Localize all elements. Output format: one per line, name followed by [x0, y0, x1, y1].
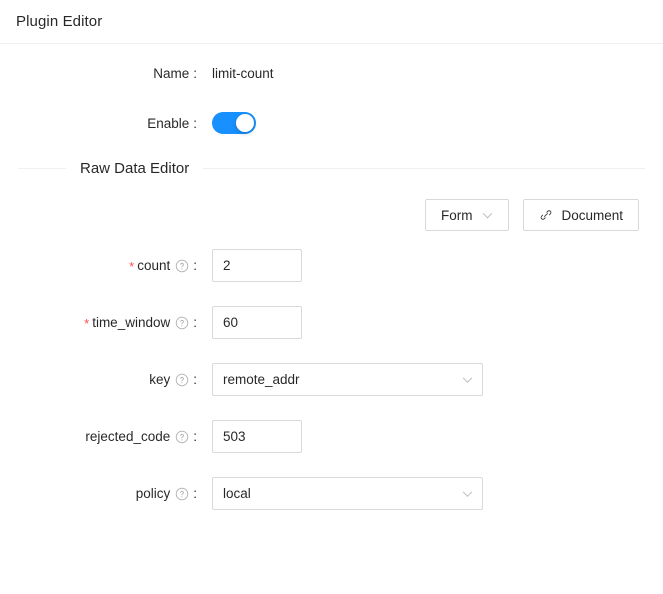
question-circle-icon[interactable]: [175, 259, 189, 273]
policy-control-wrap: local: [212, 477, 483, 510]
policy-label-text: policy: [135, 486, 171, 501]
question-circle-icon[interactable]: [175, 430, 189, 444]
time-window-input[interactable]: [212, 306, 302, 339]
rejected-code-label-text: rejected_code: [85, 429, 171, 444]
enable-label: Enable:: [12, 116, 198, 131]
dialog-body: Name: limit-count Enable: Raw Data Edito…: [0, 44, 663, 510]
key-label-colon: :: [193, 372, 197, 387]
plugin-editor-dialog: Plugin Editor Name: limit-count Enable:: [0, 0, 663, 594]
name-label-text: Name: [153, 66, 190, 81]
key-label-text: key: [149, 372, 171, 387]
question-circle-icon[interactable]: [175, 373, 189, 387]
count-label-text: count: [137, 258, 171, 273]
divider-line-left: [18, 168, 66, 169]
document-button-label: Document: [561, 207, 623, 223]
form-row-policy: policy : local: [12, 477, 651, 510]
count-control-wrap: [212, 249, 302, 282]
policy-label-colon: :: [193, 486, 197, 501]
chevron-down-icon: [482, 210, 493, 221]
rejected-code-label: rejected_code :: [12, 429, 198, 444]
key-control-wrap: remote_addr: [212, 363, 483, 396]
name-label: Name:: [12, 66, 198, 81]
name-label-colon: :: [193, 66, 197, 81]
enable-label-colon: :: [193, 115, 197, 131]
count-label: * count :: [12, 258, 198, 273]
form-mode-label: Form: [440, 207, 473, 223]
form-row-count: * count :: [12, 249, 651, 282]
time-window-label-text: time_window: [92, 315, 171, 330]
policy-select-value: local: [223, 486, 251, 501]
required-marker: *: [129, 259, 135, 274]
time-window-label-colon: :: [193, 315, 197, 330]
link-icon: [539, 208, 553, 222]
enable-control-wrap: [212, 112, 256, 134]
count-label-colon: :: [193, 258, 197, 273]
time-window-label: * time_window :: [12, 315, 198, 330]
key-label: key :: [12, 372, 198, 387]
policy-select[interactable]: local: [212, 477, 483, 510]
plugin-name-value: limit-count: [212, 66, 274, 81]
divider-line-right: [203, 168, 645, 169]
form-mode-dropdown-button[interactable]: Form: [424, 199, 510, 231]
dialog-header: Plugin Editor: [0, 0, 663, 44]
name-value-wrap: limit-count: [212, 66, 274, 81]
required-marker: *: [84, 316, 90, 331]
form-row-rejected-code: rejected_code :: [12, 420, 651, 453]
question-circle-icon[interactable]: [175, 487, 189, 501]
question-circle-icon[interactable]: [175, 316, 189, 330]
chevron-down-icon: [462, 374, 473, 385]
rejected-code-control-wrap: [212, 420, 302, 453]
document-button[interactable]: Document: [523, 199, 639, 231]
form-row-enable: Enable:: [12, 112, 651, 134]
enable-label-text: Enable: [147, 115, 190, 131]
form-row-key: key : remote_addr: [12, 363, 651, 396]
count-input[interactable]: [212, 249, 302, 282]
form-row-time-window: * time_window :: [12, 306, 651, 339]
page-title: Plugin Editor: [16, 13, 103, 30]
rejected-code-input[interactable]: [212, 420, 302, 453]
form-row-name: Name: limit-count: [12, 66, 651, 81]
rejected-code-label-colon: :: [193, 429, 197, 444]
editor-toolbar: Form Document: [12, 199, 651, 231]
policy-label: policy :: [12, 486, 198, 501]
raw-data-editor-divider: Raw Data Editor: [12, 160, 651, 177]
time-window-control-wrap: [212, 306, 302, 339]
chevron-down-icon: [462, 488, 473, 499]
key-select-value: remote_addr: [223, 372, 300, 387]
enable-toggle-knob: [236, 114, 254, 132]
key-select[interactable]: remote_addr: [212, 363, 483, 396]
divider-title: Raw Data Editor: [80, 160, 190, 177]
enable-toggle[interactable]: [212, 112, 256, 134]
